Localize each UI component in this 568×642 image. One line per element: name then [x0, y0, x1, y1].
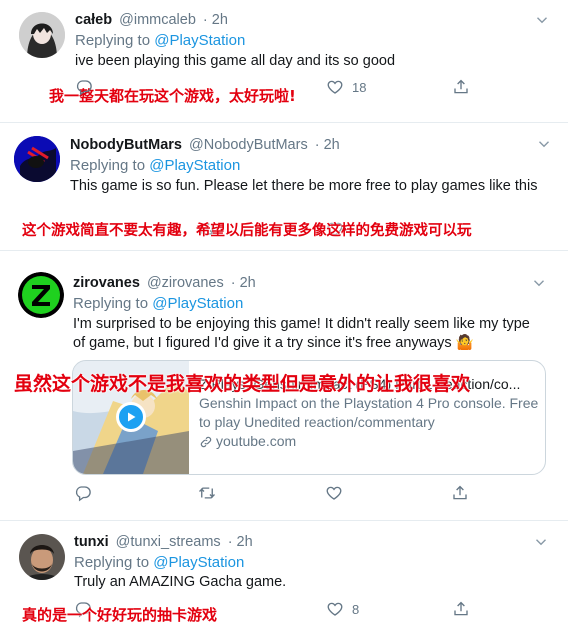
chinese-annotation: 真的是一个好好玩的抽卡游戏: [22, 606, 218, 624]
replying-to: Replying to @PlayStation: [70, 156, 240, 176]
user-handle[interactable]: @tunxi_streams: [116, 534, 221, 550]
divider: [0, 250, 568, 251]
chevron-down-icon[interactable]: [535, 135, 553, 153]
avatar[interactable]: [14, 136, 60, 182]
share-button[interactable]: [452, 600, 470, 618]
reply-icon: [75, 78, 93, 96]
display-name[interactable]: całeb: [75, 12, 112, 28]
play-icon[interactable]: [116, 402, 146, 432]
avatar[interactable]: [19, 12, 65, 58]
heart-icon: [326, 78, 344, 96]
like-count: 8: [352, 601, 360, 617]
chevron-down-icon[interactable]: [532, 533, 550, 551]
like-button[interactable]: [325, 484, 343, 502]
card-domain: youtube.com: [199, 432, 539, 451]
user-handle[interactable]: @NobodyButMars: [189, 137, 308, 153]
avatar[interactable]: [19, 534, 65, 580]
display-name[interactable]: zirovanes: [73, 275, 140, 291]
like-button[interactable]: 18: [326, 78, 366, 96]
replying-prefix: Replying to: [70, 157, 146, 174]
chinese-annotation: 这个游戏简直不要太有趣，希望以后能有更多像这样的免费游戏可以玩: [22, 223, 472, 239]
divider: [0, 520, 568, 521]
reply-icon: [74, 484, 92, 502]
share-button[interactable]: [451, 484, 469, 502]
like-button[interactable]: 8: [326, 600, 359, 618]
chinese-annotation: 虽然这个游戏不是我喜欢的类型但是意外的让我很喜欢: [14, 373, 471, 395]
display-name[interactable]: tunxi: [74, 534, 109, 550]
heart-icon: [325, 484, 343, 502]
user-handle[interactable]: @zirovanes: [147, 275, 224, 291]
tweet-2[interactable]: NobodyButMars @NobodyButMars · 2h Replyi…: [0, 124, 568, 248]
user-handle[interactable]: @immcaleb: [119, 12, 196, 28]
card-domain-text: youtube.com: [216, 433, 297, 449]
tweet-header: tunxi @tunxi_streams · 2h: [74, 532, 253, 552]
tweet-4[interactable]: tunxi @tunxi_streams · 2h Replying to @P…: [0, 522, 568, 642]
reply-button[interactable]: [74, 484, 92, 502]
replying-to: Replying to @PlayStation: [73, 294, 243, 314]
retweet-button[interactable]: [198, 484, 216, 502]
card-description: Genshin Impact on the Playstation 4 Pro …: [199, 395, 539, 430]
mention-link[interactable]: @PlayStation: [153, 554, 244, 571]
tweet-text: Truly an AMAZING Gacha game.: [74, 574, 287, 590]
divider: [0, 122, 568, 123]
retweet-icon: [198, 484, 216, 502]
tweet-time[interactable]: · 2h: [315, 137, 340, 153]
share-icon: [452, 600, 470, 618]
avatar[interactable]: [18, 272, 64, 318]
tweet-time[interactable]: · 2h: [203, 12, 228, 28]
mention-link[interactable]: @PlayStation: [149, 157, 240, 174]
heart-icon: [326, 600, 344, 618]
replying-prefix: Replying to: [74, 554, 150, 571]
mention-link[interactable]: @PlayStation: [152, 295, 243, 312]
tweet-header: całeb @immcaleb · 2h: [75, 10, 228, 30]
like-count: 18: [352, 79, 367, 95]
reply-button[interactable]: [75, 78, 93, 96]
chevron-down-icon[interactable]: [533, 11, 551, 29]
share-button[interactable]: [452, 78, 470, 96]
tweet-1[interactable]: całeb @immcaleb · 2h Replying to @PlaySt…: [0, 0, 568, 112]
tweet-text: I'm surprised to be enjoying this game! …: [73, 316, 530, 351]
tweet-actions: [0, 484, 568, 506]
tweet-text: This game is so fun. Please let there be…: [70, 178, 538, 194]
share-icon: [451, 484, 469, 502]
share-icon: [452, 78, 470, 96]
chevron-down-icon[interactable]: [530, 274, 548, 292]
link-icon: [199, 435, 213, 449]
tweet-time[interactable]: · 2h: [228, 534, 253, 550]
mention-link[interactable]: @PlayStation: [154, 32, 245, 49]
replying-prefix: Replying to: [73, 295, 149, 312]
replying-to: Replying to @PlayStation: [74, 553, 244, 573]
tweet-actions: 18: [0, 78, 568, 100]
replying-to: Replying to @PlayStation: [75, 31, 245, 51]
tweet-text: ive been playing this game all day and i…: [75, 53, 396, 69]
tweet-header: NobodyButMars @NobodyButMars · 2h: [70, 135, 340, 155]
tweet-time[interactable]: · 2h: [231, 275, 256, 291]
tweet-header: zirovanes @zirovanes · 2h: [73, 273, 256, 293]
display-name[interactable]: NobodyButMars: [70, 137, 182, 153]
replying-prefix: Replying to: [75, 32, 151, 49]
